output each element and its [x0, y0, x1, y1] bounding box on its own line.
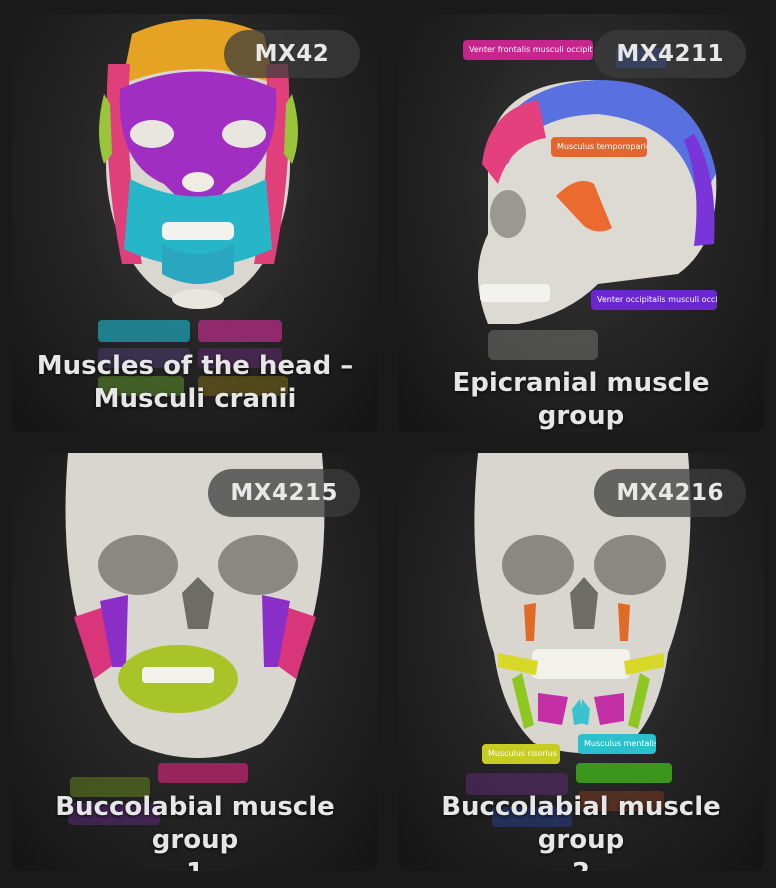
model-code-badge: MX42 — [224, 30, 360, 78]
title-line-2: 2 — [408, 857, 754, 871]
model-grid: MX42 Muscles of the head – Musculi crani… — [0, 0, 776, 888]
model-title: Buccolabial muscle group 2 — [408, 791, 754, 871]
model-card-mx4211[interactable]: Venter frontalis musculi occipitofrontal… — [398, 14, 764, 432]
label-risorius[interactable]: Musculus risorius — [482, 744, 560, 764]
title-line-1: Muscles of the head – — [36, 351, 354, 381]
label-venter-frontalis[interactable]: Venter frontalis musculi occipitofrontal… — [463, 40, 593, 60]
model-code-badge: MX4215 — [208, 469, 360, 517]
model-card-mx4216[interactable]: Musculus risorius Musculus mentalis MX42… — [398, 453, 764, 871]
model-card-mx42[interactable]: MX42 Muscles of the head – Musculi crani… — [12, 14, 378, 432]
title-line-2: Musculi cranii — [93, 384, 297, 414]
label-mentalis[interactable]: Musculus mentalis — [578, 734, 656, 754]
model-title: Muscles of the head – Musculi cranii — [22, 350, 368, 416]
title-line-2: 1 — [22, 857, 368, 871]
label-venter-occipitalis[interactable]: Venter occipitalis musculi occipitofront… — [591, 290, 717, 310]
model-code-badge: MX4216 — [594, 469, 746, 517]
title-line-1: Buccolabial muscle group — [441, 792, 721, 855]
title-line-1: Epicranial muscle group — [452, 368, 710, 431]
model-title: Epicranial muscle group — [408, 367, 754, 432]
label-temporoparietalis[interactable]: Musculus temporoparietalis — [551, 137, 647, 157]
model-code-badge: MX4211 — [594, 30, 746, 78]
model-title: Buccolabial muscle group 1 — [22, 791, 368, 871]
title-line-1: Buccolabial muscle group — [55, 792, 335, 855]
model-card-mx4215[interactable]: MX4215 Buccolabial muscle group 1 — [12, 453, 378, 871]
